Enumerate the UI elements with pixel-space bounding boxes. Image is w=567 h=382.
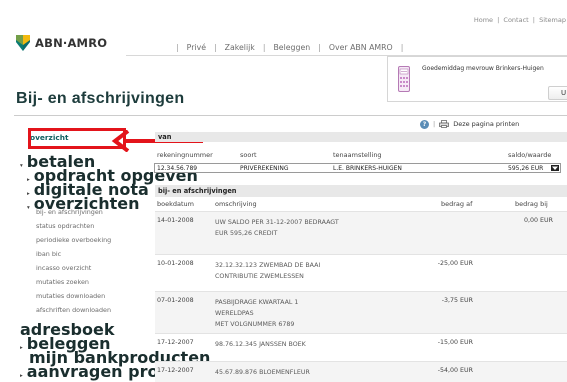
row-date: 10-01-2008 bbox=[157, 260, 194, 267]
nav-separator: | bbox=[176, 42, 179, 52]
account-holder: L.E. BRINKERS-HUIGEN bbox=[333, 165, 402, 172]
account-balance: 595,26 EUR bbox=[508, 165, 544, 172]
row-date: 17-12-2007 bbox=[157, 367, 194, 374]
table-row: 07-01-2008 PASBIJDRAGE KWARTAAL 1 WERELD… bbox=[155, 291, 567, 333]
contact-link[interactable]: Contact bbox=[503, 16, 528, 24]
nav-separator: | bbox=[262, 42, 266, 52]
chevron-right-icon: ▸ bbox=[20, 373, 23, 379]
row-description: 98.76.12.345 JANSSEN BOEK bbox=[215, 339, 306, 350]
title-divider bbox=[14, 115, 567, 116]
toolbar-separator: | bbox=[433, 120, 436, 128]
col-boekdatum: boekdatum bbox=[157, 200, 194, 208]
nav-separator: | bbox=[214, 42, 217, 52]
description-line: UW SALDO PER 31-12-2007 BEDRAAGT bbox=[215, 219, 339, 226]
sidebar-subitem[interactable]: status opdrachten bbox=[36, 222, 94, 230]
page-title: Bij- en afschrijvingen bbox=[16, 90, 185, 107]
row-description: UW SALDO PER 31-12-2007 BEDRAAGT EUR 595… bbox=[215, 217, 339, 239]
col-bedrag-bij: bedrag bij bbox=[515, 200, 548, 208]
sidebar-subitem[interactable]: afschriften downloaden bbox=[36, 306, 111, 314]
table-row: 17-12-2007 98.76.12.345 JANSSEN BOEK -15… bbox=[155, 333, 567, 361]
transactions-heading: bij- en afschrijvingen bbox=[155, 185, 567, 197]
row-description: PASBIJDRAGE KWARTAAL 1 WERELDPAS MET VOL… bbox=[215, 297, 298, 330]
sidebar-subitem[interactable]: bij- en afschrijvingen bbox=[36, 208, 103, 216]
row-description: 45.67.89.876 BLOEMENFLEUR bbox=[215, 367, 310, 378]
main-nav: | Privé | Zakelijk | Beleggen | Over ABN… bbox=[168, 40, 411, 54]
row-date: 17-12-2007 bbox=[157, 339, 194, 346]
chevron-down-icon: ▾ bbox=[27, 205, 30, 211]
table-row: 17-12-2007 45.67.89.876 BLOEMENFLEUR -54… bbox=[155, 361, 567, 382]
accounts-column-headers: rekeningnummer soort tenaamstelling sald… bbox=[155, 151, 567, 160]
printer-icon[interactable] bbox=[439, 120, 450, 128]
description-line: EUR 595,26 CREDIT bbox=[215, 230, 278, 237]
sidebar-subitem[interactable]: iban bic bbox=[36, 250, 61, 258]
col-saldo: saldo/waarde bbox=[508, 151, 552, 159]
greeting-panel: Goedemiddag mevrouw Brinkers-Huigen bbox=[387, 56, 567, 102]
bank-logo[interactable]: ABN·AMRO bbox=[16, 35, 126, 53]
account-select[interactable]: 12.34.56.789 PRIVEREKENING L.E. BRINKERS… bbox=[154, 163, 561, 173]
utility-links: Home | Contact | Sitemap bbox=[473, 16, 567, 24]
description-line: MET VOLGNUMMER 6789 bbox=[215, 321, 295, 328]
shield-logo-icon bbox=[16, 35, 30, 51]
sidebar-subitem[interactable]: incasso overzicht bbox=[36, 264, 91, 272]
home-link[interactable]: Home bbox=[474, 16, 493, 24]
table-row: 10-01-2008 32.12.32.123 ZWEMBAD DE BAAI … bbox=[155, 254, 567, 291]
col-tenaamstelling: tenaamstelling bbox=[333, 151, 382, 159]
row-amount-af: -15,00 EUR bbox=[437, 339, 473, 346]
description-line: 98.76.12.345 JANSSEN BOEK bbox=[215, 341, 306, 348]
card-reader-icon bbox=[398, 66, 410, 92]
sidebar-subitem[interactable]: mutaties zoeken bbox=[36, 278, 89, 286]
nav-separator: | bbox=[400, 42, 404, 52]
nav-beleggen[interactable]: Beleggen bbox=[273, 43, 310, 52]
row-date: 14-01-2008 bbox=[157, 217, 194, 224]
description-line: 45.67.89.876 BLOEMENFLEUR bbox=[215, 369, 310, 376]
transactions-column-headers: boekdatum omschrijving bedrag af bedrag … bbox=[155, 200, 567, 209]
help-icon[interactable]: ? bbox=[420, 119, 429, 129]
sidebar-subitem[interactable]: periodieke overboeking bbox=[36, 236, 111, 244]
chevron-down-icon[interactable] bbox=[551, 165, 559, 171]
row-amount-af: -54,00 EUR bbox=[437, 367, 473, 374]
description-line: PASBIJDRAGE KWARTAAL 1 bbox=[215, 299, 299, 306]
col-omschrijving: omschrijving bbox=[215, 200, 257, 208]
nav-over-abn-amro[interactable]: Over ABN AMRO bbox=[329, 43, 393, 52]
chevron-right-icon: ▸ bbox=[20, 345, 23, 351]
table-row: 14-01-2008 UW SALDO PER 31-12-2007 BEDRA… bbox=[155, 211, 567, 254]
print-toolbar: ? | Deze pagina printen bbox=[420, 119, 519, 129]
logo-wordmark: ABN·AMRO bbox=[35, 36, 108, 50]
col-bedrag-af: bedrag af bbox=[441, 200, 473, 208]
description-line: CONTRIBUTIE ZWEMLESSEN bbox=[215, 273, 304, 280]
row-amount-af: -25,00 EUR bbox=[437, 260, 473, 267]
print-page-link[interactable]: Deze pagina printen bbox=[453, 120, 519, 128]
account-type: PRIVEREKENING bbox=[240, 165, 289, 172]
description-line: WERELDPAS bbox=[215, 310, 254, 317]
nav-prive[interactable]: Privé bbox=[187, 43, 206, 52]
nav-separator: | bbox=[318, 42, 321, 52]
nav-zakelijk[interactable]: Zakelijk bbox=[225, 43, 255, 52]
logout-button[interactable]: U bbox=[548, 86, 567, 100]
sidebar-subitem[interactable]: mutaties downloaden bbox=[36, 292, 105, 300]
col-soort: soort bbox=[240, 151, 257, 159]
accounts-heading: van bbox=[155, 132, 567, 142]
main-content: van rekeningnummer soort tenaamstelling … bbox=[154, 130, 567, 382]
util-separator: | bbox=[497, 16, 500, 24]
greeting-text: Goedemiddag mevrouw Brinkers-Huigen bbox=[422, 65, 544, 72]
description-line: 32.12.32.123 ZWEMBAD DE BAAI bbox=[215, 262, 321, 269]
col-rekeningnummer: rekeningnummer bbox=[157, 151, 213, 159]
sitemap-link[interactable]: Sitemap bbox=[539, 16, 566, 24]
chevron-down-icon: ▾ bbox=[20, 163, 23, 169]
util-separator: | bbox=[532, 16, 535, 24]
row-description: 32.12.32.123 ZWEMBAD DE BAAI CONTRIBUTIE… bbox=[215, 260, 320, 282]
row-amount-bij: 0,00 EUR bbox=[524, 217, 553, 224]
row-amount-af: -3,75 EUR bbox=[441, 297, 473, 304]
account-number: 12.34.56.789 bbox=[157, 165, 198, 172]
row-date: 07-01-2008 bbox=[157, 297, 194, 304]
